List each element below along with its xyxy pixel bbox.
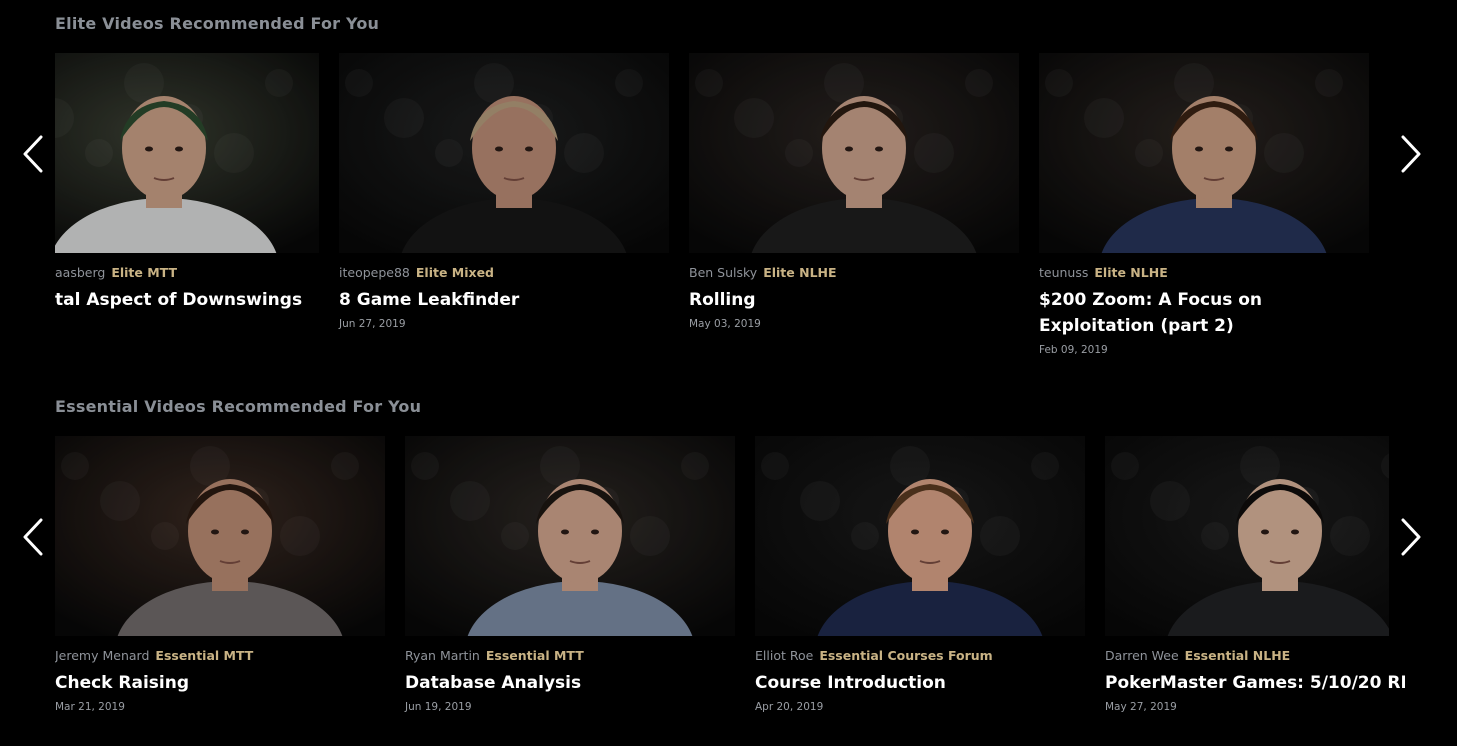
author-name[interactable]: Darren Wee: [1105, 648, 1179, 663]
video-thumbnail[interactable]: [1105, 436, 1389, 636]
portrait-image: [689, 53, 1019, 253]
portrait-image: [755, 436, 1085, 636]
video-card[interactable]: Ryan Martin Essential MTT Database Analys…: [405, 436, 735, 713]
video-card[interactable]: iteopepe88 Elite Mixed 8 Game Leakfinder …: [339, 53, 669, 330]
portrait-image: [55, 53, 319, 253]
essential-videos-section: Essential Videos Recommended For You Jer…: [0, 383, 1457, 741]
portrait-image: [55, 436, 385, 636]
author-name[interactable]: Ben Sulsky: [689, 265, 757, 280]
video-thumbnail[interactable]: [55, 436, 385, 636]
video-title[interactable]: $200 Zoom: A Focus on Exploitation (part…: [1039, 287, 1369, 339]
portrait-image: [405, 436, 735, 636]
video-thumbnail[interactable]: [55, 53, 319, 253]
video-card[interactable]: teunuss Elite NLHE $200 Zoom: A Focus on …: [1039, 53, 1369, 356]
video-title[interactable]: Database Analysis: [405, 670, 735, 696]
author-name[interactable]: aasberg: [55, 265, 105, 280]
carousel-track: Jeremy Menard Essential MTT Check Raising…: [55, 436, 1405, 746]
video-date: Jun 19, 2019: [405, 701, 472, 713]
category-tag[interactable]: Elite Mixed: [416, 265, 494, 280]
category-tag[interactable]: Elite NLHE: [763, 265, 836, 280]
video-thumbnail[interactable]: [1039, 53, 1369, 253]
elite-videos-section: Elite Videos Recommended For You aasberg…: [0, 0, 1457, 383]
video-meta: Ryan Martin Essential MTT: [405, 648, 735, 663]
video-thumbnail[interactable]: [339, 53, 669, 253]
video-title[interactable]: PokerMaster Games: 5/10/20 RMB: [1105, 670, 1405, 696]
video-card[interactable]: Elliot Roe Essential Courses Forum Course…: [755, 436, 1085, 713]
author-name[interactable]: Jeremy Menard: [55, 648, 149, 663]
video-meta: teunuss Elite NLHE: [1039, 265, 1369, 280]
video-meta: aasberg Elite MTT: [55, 265, 319, 280]
video-card[interactable]: Darren Wee Essential NLHE PokerMaster Gam…: [1105, 436, 1405, 713]
video-date: May 03, 2019: [689, 318, 761, 330]
video-thumbnail[interactable]: [405, 436, 735, 636]
video-meta: iteopepe88 Elite Mixed: [339, 265, 669, 280]
video-thumbnail[interactable]: [689, 53, 1019, 253]
category-tag[interactable]: Elite MTT: [111, 265, 177, 280]
video-date: Jun 27, 2019: [339, 318, 406, 330]
chevron-left-icon: [23, 135, 43, 173]
author-name[interactable]: Ryan Martin: [405, 648, 480, 663]
author-name[interactable]: iteopepe88: [339, 265, 410, 280]
category-tag[interactable]: Essential NLHE: [1185, 648, 1291, 663]
video-title[interactable]: Rolling: [689, 287, 1019, 313]
video-meta: Elliot Roe Essential Courses Forum: [755, 648, 1085, 663]
category-tag[interactable]: Elite NLHE: [1094, 265, 1167, 280]
video-date: Feb 09, 2019: [1039, 344, 1108, 356]
carousel-prev-button[interactable]: [13, 124, 53, 184]
category-tag[interactable]: Essential Courses Forum: [819, 648, 992, 663]
video-meta: Ben Sulsky Elite NLHE: [689, 265, 1019, 280]
section-title: Elite Videos Recommended For You: [55, 14, 380, 33]
carousel-prev-button[interactable]: [13, 507, 53, 567]
video-title[interactable]: 8 Game Leakfinder: [339, 287, 669, 313]
video-title[interactable]: Course Introduction: [755, 670, 1085, 696]
category-tag[interactable]: Essential MTT: [486, 648, 584, 663]
video-card[interactable]: aasberg Elite MTT tal Aspect of Downswing…: [55, 53, 319, 318]
video-card[interactable]: Jeremy Menard Essential MTT Check Raising…: [55, 436, 385, 713]
video-card[interactable]: Ben Sulsky Elite NLHE Rolling May 03, 201…: [689, 53, 1019, 330]
video-meta: Darren Wee Essential NLHE: [1105, 648, 1405, 663]
video-date: May 27, 2019: [1105, 701, 1177, 713]
author-name[interactable]: Elliot Roe: [755, 648, 813, 663]
video-date: Mar 21, 2019: [55, 701, 125, 713]
carousel-track: aasberg Elite MTT tal Aspect of Downswing…: [55, 53, 1405, 363]
portrait-image: [339, 53, 669, 253]
chevron-left-icon: [23, 518, 43, 556]
category-tag[interactable]: Essential MTT: [155, 648, 253, 663]
portrait-image: [1105, 436, 1389, 636]
video-title[interactable]: Check Raising: [55, 670, 385, 696]
video-date: Apr 20, 2019: [755, 701, 824, 713]
video-title[interactable]: tal Aspect of Downswings: [55, 287, 319, 313]
video-thumbnail[interactable]: [755, 436, 1085, 636]
author-name[interactable]: teunuss: [1039, 265, 1088, 280]
video-meta: Jeremy Menard Essential MTT: [55, 648, 385, 663]
section-title: Essential Videos Recommended For You: [55, 397, 422, 416]
portrait-image: [1039, 53, 1369, 253]
